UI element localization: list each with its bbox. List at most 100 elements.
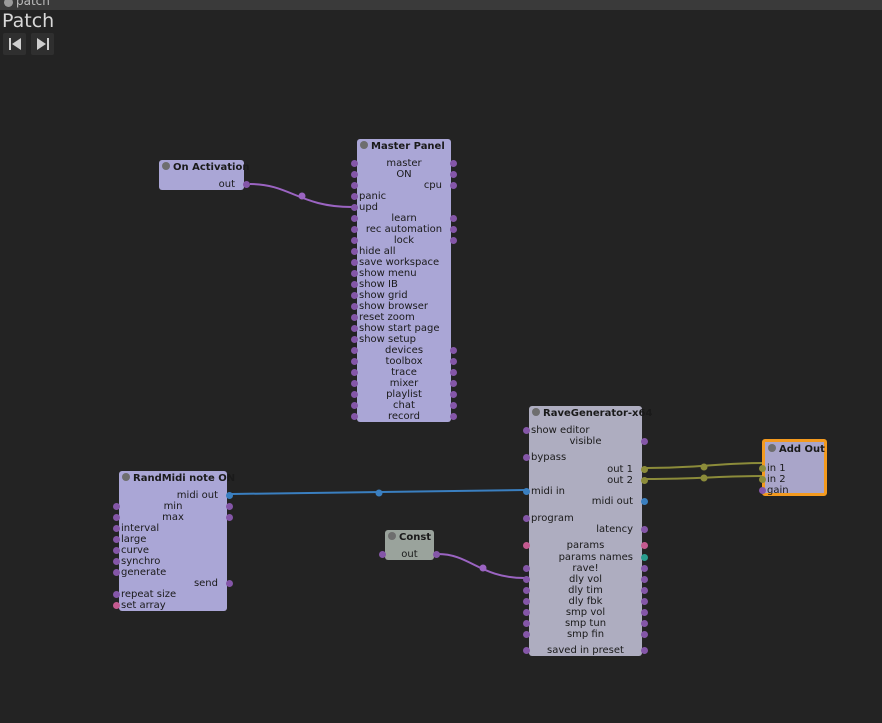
output-pin[interactable] [243, 181, 250, 188]
output-pin[interactable] [450, 358, 457, 365]
output-pin[interactable] [450, 391, 457, 398]
output-pin[interactable] [641, 576, 648, 583]
node-on-activation[interactable]: On Activation out [159, 160, 250, 190]
node-settings-icon[interactable] [388, 532, 396, 540]
input-pin[interactable] [523, 454, 530, 461]
input-pin[interactable] [351, 413, 358, 420]
wire-handle[interactable] [375, 489, 383, 497]
input-pin[interactable] [523, 488, 530, 495]
input-pin[interactable] [351, 303, 358, 310]
node-settings-icon[interactable] [532, 408, 540, 416]
input-pin[interactable] [351, 215, 358, 222]
input-pin[interactable] [351, 325, 358, 332]
input-pin[interactable] [523, 647, 530, 654]
input-pin[interactable] [351, 314, 358, 321]
node-title[interactable]: Master Panel [360, 141, 445, 152]
input-pin[interactable] [523, 598, 530, 605]
input-pin[interactable] [113, 503, 120, 510]
output-pin[interactable] [641, 526, 648, 533]
input-pin[interactable] [113, 558, 120, 565]
wire-handle[interactable] [700, 474, 708, 482]
node-master-panel[interactable]: Master Panel master ON cpu panic upd learn rec … [351, 139, 457, 422]
output-pin[interactable] [450, 182, 457, 189]
output-pin[interactable] [450, 402, 457, 409]
input-pin[interactable] [759, 476, 766, 483]
wire-handle[interactable] [700, 463, 708, 471]
output-pin[interactable] [226, 503, 233, 510]
input-pin[interactable] [351, 237, 358, 244]
input-pin[interactable] [113, 547, 120, 554]
input-pin[interactable] [379, 551, 386, 558]
input-pin[interactable] [523, 631, 530, 638]
input-pin[interactable] [351, 270, 358, 277]
output-pin[interactable] [641, 542, 648, 549]
input-pin[interactable] [759, 487, 766, 494]
output-pin[interactable] [433, 551, 440, 558]
input-pin[interactable] [351, 358, 358, 365]
node-settings-icon[interactable] [768, 444, 776, 452]
input-pin[interactable] [523, 587, 530, 594]
output-pin[interactable] [450, 215, 457, 222]
node-title[interactable]: RaveGenerator-x64 [532, 408, 652, 419]
input-pin[interactable] [351, 402, 358, 409]
output-pin[interactable] [450, 160, 457, 167]
input-pin[interactable] [351, 171, 358, 178]
input-pin[interactable] [113, 525, 120, 532]
input-pin[interactable] [113, 514, 120, 521]
output-pin[interactable] [641, 609, 648, 616]
node-add-out[interactable]: Add Out in 1 in 2 gain [759, 439, 827, 496]
input-pin[interactable] [759, 465, 766, 472]
input-pin[interactable] [523, 576, 530, 583]
output-pin[interactable] [226, 580, 233, 587]
node-title[interactable]: Add Out [768, 444, 825, 455]
node-title[interactable]: On Activation [162, 162, 249, 173]
input-pin[interactable] [523, 620, 530, 627]
output-pin[interactable] [641, 466, 648, 473]
input-pin[interactable] [113, 536, 120, 543]
input-pin[interactable] [351, 391, 358, 398]
input-pin[interactable] [523, 565, 530, 572]
node-ravegenerator[interactable]: RaveGenerator-x64 show editor visible bypas… [523, 406, 652, 656]
input-pin[interactable] [351, 347, 358, 354]
input-pin[interactable] [351, 336, 358, 343]
output-pin[interactable] [226, 514, 233, 521]
input-pin[interactable] [351, 380, 358, 387]
output-pin[interactable] [450, 171, 457, 178]
input-pin[interactable] [351, 281, 358, 288]
input-pin[interactable] [113, 602, 120, 609]
wire-handle[interactable] [298, 192, 306, 200]
output-pin[interactable] [641, 498, 648, 505]
wire-handle[interactable] [479, 564, 487, 572]
node-const[interactable]: Const out [379, 530, 440, 560]
input-pin[interactable] [113, 591, 120, 598]
output-pin[interactable] [641, 554, 648, 561]
output-pin[interactable] [641, 631, 648, 638]
input-pin[interactable] [523, 515, 530, 522]
node-title[interactable]: Const [388, 532, 431, 543]
output-pin[interactable] [641, 620, 648, 627]
input-pin[interactable] [351, 182, 358, 189]
output-pin[interactable] [226, 492, 233, 499]
input-pin[interactable] [113, 569, 120, 576]
output-pin[interactable] [450, 380, 457, 387]
output-pin[interactable] [641, 477, 648, 484]
input-pin[interactable] [351, 248, 358, 255]
input-pin[interactable] [351, 160, 358, 167]
input-pin[interactable] [351, 292, 358, 299]
input-pin[interactable] [351, 259, 358, 266]
output-pin[interactable] [641, 587, 648, 594]
node-title[interactable]: RandMidi note ON [122, 473, 235, 484]
input-pin[interactable] [351, 226, 358, 233]
input-pin[interactable] [523, 542, 530, 549]
output-pin[interactable] [450, 226, 457, 233]
node-settings-icon[interactable] [122, 473, 130, 481]
node-settings-icon[interactable] [360, 141, 368, 149]
input-pin[interactable] [351, 369, 358, 376]
output-pin[interactable] [641, 598, 648, 605]
input-pin[interactable] [351, 204, 358, 211]
output-pin[interactable] [450, 369, 457, 376]
node-randmidi-note-on[interactable]: RandMidi note ON midi out min max interval la… [113, 471, 235, 611]
node-settings-icon[interactable] [162, 162, 170, 170]
output-pin[interactable] [450, 237, 457, 244]
input-pin[interactable] [523, 609, 530, 616]
